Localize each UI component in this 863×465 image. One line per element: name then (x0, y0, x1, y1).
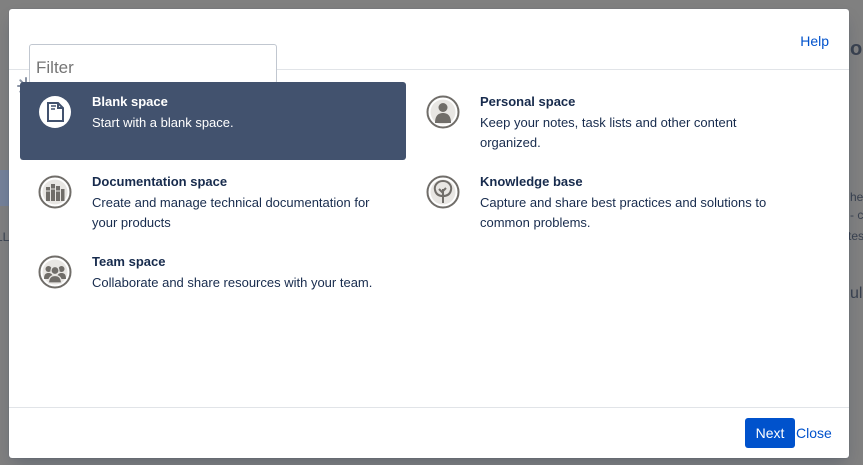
blueprint-description: Keep your notes, task lists and other co… (480, 115, 737, 150)
background-text-fragment: LL (0, 230, 10, 244)
person-icon (426, 95, 460, 129)
background-text-fragment: ul (850, 285, 863, 302)
blueprint-description: Capture and share best practices and sol… (480, 195, 767, 230)
dialog-header: Help (9, 9, 849, 84)
blueprint-description: Start with a blank space. (92, 115, 234, 130)
blueprint-team-space[interactable]: Team space Collaborate and share resourc… (20, 242, 406, 320)
tree-icon (426, 175, 460, 209)
blueprint-knowledge-base[interactable]: Knowledge base Capture and share best pr… (408, 162, 794, 240)
blueprint-title: Documentation space (92, 174, 228, 189)
background-text-fragment: - c (850, 208, 863, 222)
background-text-fragment: he (850, 190, 863, 204)
blueprint-description: Create and manage technical documentatio… (92, 195, 370, 230)
next-button[interactable]: Next (745, 418, 795, 448)
blank-page-icon (39, 96, 71, 128)
blueprint-title: Knowledge base (480, 174, 583, 189)
create-space-dialog: Help Blank space Start with a blank spac… (9, 9, 849, 458)
blueprint-personal-space[interactable]: Personal space Keep your notes, task lis… (408, 82, 794, 160)
help-link[interactable]: Help (800, 33, 829, 49)
close-button[interactable]: Close (796, 425, 832, 441)
background-text-fragment: tes (848, 229, 863, 243)
blueprint-title: Personal space (480, 94, 576, 109)
blueprint-description: Collaborate and share resources with you… (92, 275, 373, 290)
dialog-footer: Next Close (9, 407, 849, 458)
blueprint-list: Blank space Start with a blank space. Pe… (9, 70, 849, 406)
blueprint-title: Blank space (92, 94, 168, 109)
background-text-fragment: or (850, 38, 863, 60)
team-icon (38, 255, 72, 289)
blueprint-documentation-space[interactable]: Documentation space Create and manage te… (20, 162, 406, 240)
books-icon (38, 175, 72, 209)
blueprint-blank-space[interactable]: Blank space Start with a blank space. (20, 82, 406, 160)
blueprint-title: Team space (92, 254, 166, 269)
